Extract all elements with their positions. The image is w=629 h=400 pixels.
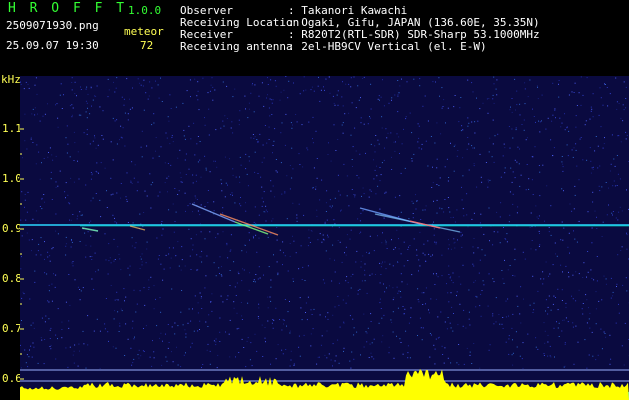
y-tick-label: 0.9 [2, 222, 22, 235]
y-tick-label: 0.6 [2, 372, 22, 385]
mode-label: meteor [124, 25, 164, 38]
datetime: 25.09.07 19:30 [6, 39, 99, 52]
y-tick-label: 0.8 [2, 272, 22, 285]
meteor-count: 72 [140, 39, 154, 52]
spectrogram-background [20, 76, 629, 400]
spectrogram-plot [20, 76, 629, 400]
y-tick-label: 0.7 [2, 322, 22, 335]
app-name: H R O F F T [8, 1, 128, 16]
filename: 2509071930.png [6, 19, 99, 32]
app-version: 1.0.0 [128, 4, 162, 17]
antenna-value: : 2el-HB9CV Vertical (el. E-W) [288, 40, 487, 53]
y-tick-label: 1.0 [2, 172, 22, 185]
header-panel: H R O F F T 1.0.0 2509071930.png 25.09.0… [0, 0, 629, 62]
antenna-label: Receiving antenna [180, 40, 293, 53]
y-tick-label: 1.1 [2, 122, 22, 135]
y-unit-label: kHz [1, 73, 21, 86]
